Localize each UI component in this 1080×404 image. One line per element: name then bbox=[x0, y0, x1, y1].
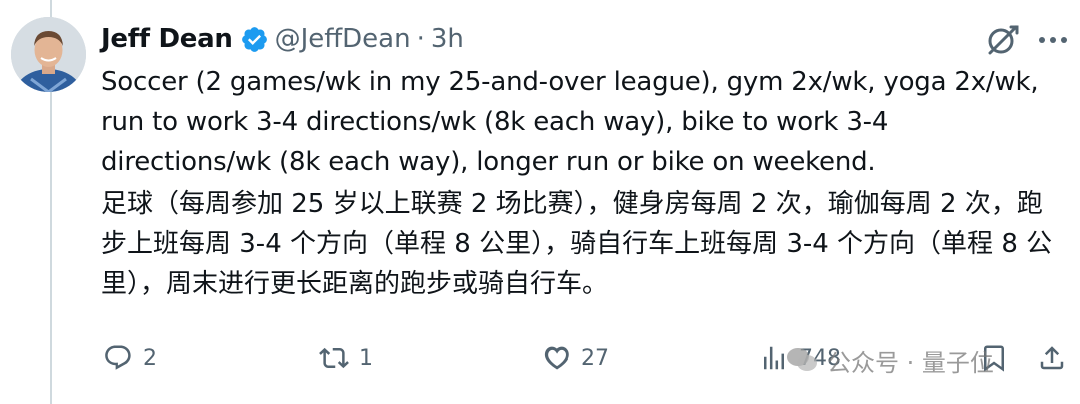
like-button[interactable]: 27 bbox=[541, 336, 609, 380]
views-count: 748 bbox=[799, 345, 841, 371]
author-handle[interactable]: @JeffDean bbox=[275, 24, 411, 54]
author-name[interactable]: Jeff Dean bbox=[101, 24, 233, 54]
more-icon[interactable] bbox=[1036, 25, 1070, 55]
verified-badge-icon bbox=[240, 25, 269, 54]
like-icon bbox=[544, 346, 569, 370]
reply-count: 2 bbox=[143, 345, 157, 371]
share-icon bbox=[1040, 346, 1064, 370]
share-button[interactable] bbox=[1037, 336, 1067, 380]
like-count: 27 bbox=[581, 345, 609, 371]
views-icon bbox=[764, 346, 784, 370]
repost-count: 1 bbox=[359, 345, 373, 371]
avatar-image bbox=[11, 17, 86, 92]
bookmark-button[interactable] bbox=[979, 336, 1009, 380]
header-separator: · bbox=[416, 24, 425, 54]
reply-icon bbox=[105, 345, 131, 370]
tweet-actions: 2 1 27 748 bbox=[101, 336, 1071, 380]
views-button[interactable]: 748 bbox=[759, 336, 841, 380]
avatar[interactable] bbox=[11, 17, 86, 92]
bookmark-icon bbox=[984, 345, 1004, 372]
tweet-timestamp[interactable]: 3h bbox=[431, 24, 464, 54]
repost-button[interactable]: 1 bbox=[319, 336, 373, 380]
tweet-text-chinese: 足球（每周参加 25 岁以上联赛 2 场比赛），健身房每周 2 次，瑜伽每周 2… bbox=[101, 189, 1053, 299]
tweet-header: Jeff Dean @JeffDean · 3h bbox=[101, 20, 464, 58]
reply-button[interactable]: 2 bbox=[103, 336, 157, 380]
tweet-text-english: Soccer (2 games/wk in my 25-and-over lea… bbox=[101, 67, 1039, 177]
repost-icon bbox=[319, 347, 349, 369]
grok-icon[interactable] bbox=[983, 20, 1023, 60]
